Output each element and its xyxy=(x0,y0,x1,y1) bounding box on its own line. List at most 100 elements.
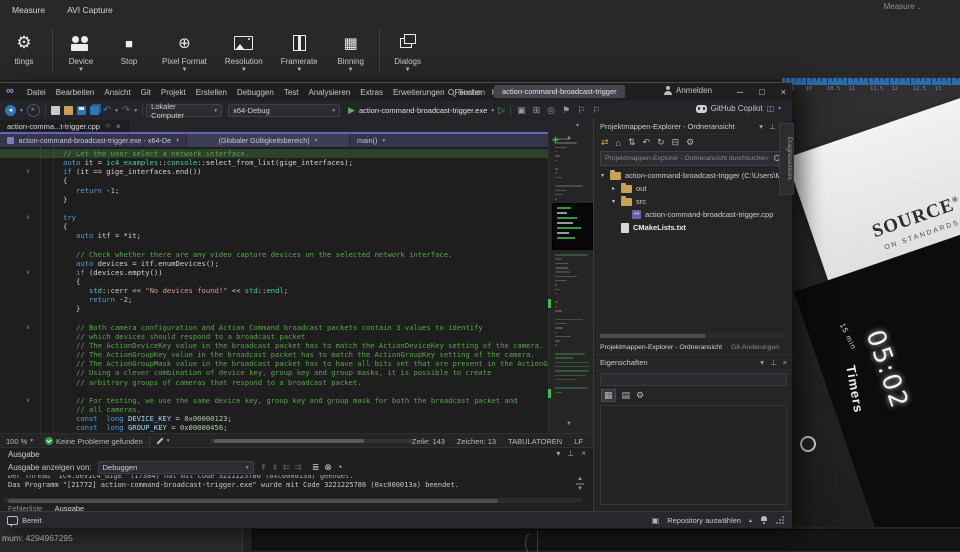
camera-button-framerate[interactable]: Framerate▼ xyxy=(272,26,327,73)
close-icon[interactable]: × xyxy=(783,358,787,367)
refresh-icon[interactable]: ↻ xyxy=(657,137,665,148)
tab-close-icon[interactable]: × xyxy=(116,122,121,131)
vs-menu-extras[interactable]: Extras xyxy=(355,88,388,97)
solution-explorer-searchbox[interactable]: Projektmappen-Explorer - Ordneransicht d… xyxy=(600,151,786,166)
chevron-right-icon[interactable]: ▸ xyxy=(610,185,617,192)
tree-item-cmakelists.txt[interactable]: CMakeLists.txt xyxy=(594,221,792,234)
chevron-down-icon[interactable]: ▾ xyxy=(610,198,617,205)
open-folder-icon[interactable] xyxy=(64,106,73,115)
property-pages-icon[interactable]: ⚙ xyxy=(636,390,644,401)
output-hscrollbar[interactable] xyxy=(4,498,582,503)
copilot-caret-icon[interactable]: ▾ xyxy=(778,106,781,112)
vs-search[interactable]: Suchen xyxy=(448,86,485,98)
flag-icon[interactable]: ⚑ xyxy=(562,105,570,116)
solution-explorer-header[interactable]: Projektmappen-Explorer - Ordneransicht ▾… xyxy=(594,119,792,135)
select-repository-button[interactable]: Repository auswählen xyxy=(667,516,741,525)
fold-chevron-icon[interactable]: ∨ xyxy=(26,268,30,277)
panel-caret-icon[interactable]: ▾ xyxy=(760,358,764,367)
home-icon[interactable]: ⌂ xyxy=(616,138,621,148)
fold-chevron-icon[interactable]: ∨ xyxy=(26,396,30,405)
menu-avi-capture[interactable]: AVI Capture xyxy=(67,5,113,19)
status-eol[interactable]: LF xyxy=(568,437,589,446)
save-icon[interactable] xyxy=(77,106,86,115)
resize-grip[interactable] xyxy=(776,516,784,524)
output-text[interactable]: Der Thread 'IC4.devIC4_GigE' (17384) hat… xyxy=(8,475,568,495)
vs-menu-erstellen[interactable]: Erstellen xyxy=(191,88,232,97)
github-copilot-button[interactable]: GitHub Copilot ◫ ▾ xyxy=(696,104,781,113)
close-button[interactable]: × xyxy=(781,87,786,97)
save-all-icon[interactable] xyxy=(90,106,99,115)
copilot-share-icon[interactable]: ◫ xyxy=(767,104,775,113)
vs-menu-erweiterungen[interactable]: Erweiterungen xyxy=(388,88,450,97)
status-column[interactable]: Zeichen: 13 xyxy=(451,437,502,446)
undo-icon[interactable]: ↶ xyxy=(643,137,651,148)
properties-header[interactable]: Eigenschaften ▾ ⊥ × xyxy=(594,355,793,371)
boxed-play-icon[interactable]: ▣ xyxy=(517,105,526,116)
close-icon[interactable]: × xyxy=(581,449,586,458)
vs-titlebar[interactable]: ∞ DateiBearbeitenAnsichtGitProjektErstel… xyxy=(0,83,792,102)
camera-button-ttings[interactable]: ⚙ttings xyxy=(0,26,48,67)
menu-measure-right[interactable]: Measure ⌄ xyxy=(884,2,922,11)
undo-icon[interactable]: ↶ xyxy=(103,105,111,116)
categorized-icon[interactable]: ▦ xyxy=(601,389,616,402)
scroll-up-icon[interactable]: ▲ xyxy=(566,135,572,141)
redo-icon[interactable]: ↷ xyxy=(122,105,130,116)
sync-icon[interactable]: ⇅ xyxy=(628,137,636,148)
document-tab[interactable]: action-comma...t-trigger.cpp ⊹ × xyxy=(0,120,129,132)
properties-object-dropdown[interactable] xyxy=(600,373,787,386)
maximize-button[interactable]: □ xyxy=(759,87,764,97)
vs-menu-test[interactable]: Test xyxy=(279,88,304,97)
pin-icon[interactable]: ⊥ xyxy=(769,122,776,131)
fold-chevron-icon[interactable]: ∨ xyxy=(26,213,30,222)
camera-button-resolution[interactable]: Resolution▼ xyxy=(216,26,272,73)
camera-button-dialogs[interactable]: Dialogs▼ xyxy=(384,26,432,73)
grid-icon[interactable]: ⊞ xyxy=(533,105,541,116)
explorer-hscrollbar[interactable] xyxy=(598,333,784,338)
camera-button-stop[interactable]: ■Stop xyxy=(105,26,153,67)
tree-item-out[interactable]: ▸out xyxy=(594,182,792,195)
vs-menu-projekt[interactable]: Projekt xyxy=(156,88,191,97)
lines-icon[interactable]: ≣ xyxy=(312,462,320,472)
zoom-dropdown[interactable]: 100 %▾ xyxy=(0,437,39,446)
scope-dropdown[interactable]: (Globaler Gültigkeitsbereich) ▾ xyxy=(187,134,350,147)
fold-chevron-icon[interactable]: ∨ xyxy=(26,167,30,176)
circle-x-icon[interactable]: ⊗ xyxy=(324,462,332,472)
panel-options-caret-icon[interactable]: ▾ xyxy=(556,449,560,458)
notifications-bell-icon[interactable] xyxy=(760,516,768,524)
tree-item-action-command-broadcast-trigger[interactable]: ▾action-command-broadcast-trigger (C:\Us… xyxy=(594,169,792,182)
chevron-down-icon[interactable]: ▾ xyxy=(599,172,606,179)
vs-menu-analysieren[interactable]: Analysieren xyxy=(303,88,355,97)
vs-menu-git[interactable]: Git xyxy=(136,88,156,97)
add-icon[interactable]: + xyxy=(552,133,559,147)
navigate-back-button[interactable]: ◂ xyxy=(5,105,16,116)
target-icon[interactable]: ◎ xyxy=(547,105,555,116)
tab-list-caret-icon[interactable]: ▾ xyxy=(576,122,579,129)
feedback-icon[interactable] xyxy=(7,516,18,525)
start-debugging-button[interactable]: ▶ action-command-broadcast-trigger.exe ▾… xyxy=(343,105,510,116)
tree-item-action-command-broadcast-trigger.cpp[interactable]: ++action-command-broadcast-trigger.cpp xyxy=(594,208,792,221)
diagnostics-tool-tab[interactable]: Diagnosetools xyxy=(779,123,794,195)
menu-measure[interactable]: Measure xyxy=(12,5,45,19)
pin-icon[interactable]: ⊥ xyxy=(770,358,777,367)
alphabetical-icon[interactable]: ▤ xyxy=(622,390,631,401)
collapse-all-icon[interactable]: ⊟ xyxy=(672,137,680,148)
configuration-dropdown[interactable]: x64-Debug▾ xyxy=(228,104,340,117)
tree-item-src[interactable]: ▾src xyxy=(594,195,792,208)
target-machine-dropdown[interactable]: Lokaler Computer▾ xyxy=(146,104,222,117)
vs-menu-datei[interactable]: Datei xyxy=(22,88,51,97)
settings-icon[interactable]: ⚙ xyxy=(686,137,694,148)
vs-menu-bearbeiten[interactable]: Bearbeiten xyxy=(51,88,100,97)
navigate-forward-button[interactable]: ▸ xyxy=(27,104,40,117)
scroll-down-icon[interactable]: ▼ xyxy=(566,421,572,427)
code-editor[interactable]: // Let the user select a network interfa… xyxy=(0,147,548,433)
member-dropdown[interactable]: main() ▾ xyxy=(350,134,392,147)
project-dropdown[interactable]: action-command-broadcast-trigger.exe - x… xyxy=(0,134,187,147)
camera-button-pixel-format[interactable]: ⊕Pixel Format▼ xyxy=(153,26,216,73)
properties-grid[interactable] xyxy=(600,405,787,505)
status-line[interactable]: Zeile: 143 xyxy=(406,437,451,446)
back-caret-icon[interactable]: ▾ xyxy=(20,108,23,114)
panel-caret-icon[interactable]: ▾ xyxy=(759,122,763,131)
new-file-icon[interactable] xyxy=(51,106,60,115)
output-source-dropdown[interactable]: Debuggen▾ xyxy=(98,461,254,474)
tab-git-changes[interactable]: Git-Änderungen xyxy=(731,344,779,351)
